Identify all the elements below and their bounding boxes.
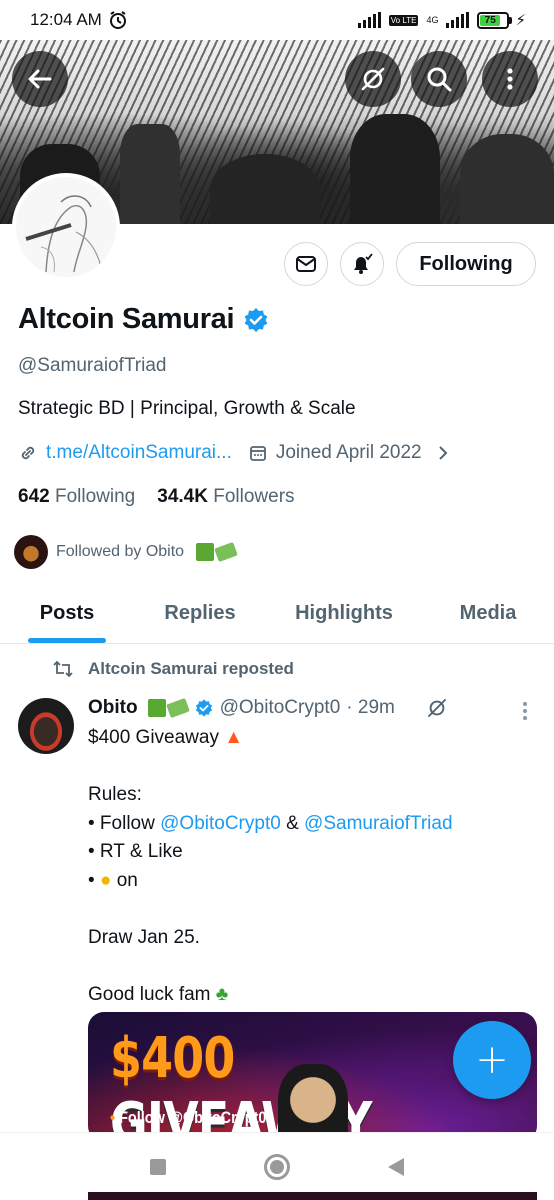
followed-by-row[interactable]: Followed by Obito	[14, 535, 238, 569]
tweet-line-rules: Rules:	[88, 784, 142, 805]
search-icon	[427, 67, 452, 92]
repost-indicator: Altcoin Samurai reposted	[52, 659, 294, 679]
tab-highlights[interactable]: Highlights	[266, 588, 422, 638]
grok-icon	[361, 67, 385, 91]
media-subtitle: Follow @ObitoCrypt0	[119, 1108, 267, 1127]
plus-icon: +	[475, 1037, 509, 1083]
tweet-line-1: $400 Giveaway	[88, 727, 219, 748]
tab-posts[interactable]: Posts	[0, 588, 134, 638]
rule-1-amp: &	[286, 812, 299, 834]
envelope-icon	[296, 256, 316, 272]
clover-emoji-icon: ♣	[215, 983, 229, 1005]
money-emoji-icon	[214, 542, 238, 562]
signal-icon-2	[446, 12, 470, 28]
charging-icon: ⚡	[515, 12, 526, 29]
arrow-left-icon	[28, 69, 52, 89]
chevron-right-icon[interactable]	[434, 444, 452, 462]
signal-icon	[357, 12, 381, 28]
link-icon	[21, 446, 35, 460]
more-button[interactable]	[482, 51, 538, 107]
repost-label: Altcoin Samurai reposted	[88, 659, 294, 678]
tweet-line-draw: Draw Jan 25.	[88, 926, 200, 948]
verified-badge-icon	[195, 699, 212, 717]
tweet-time: · 29m	[346, 697, 395, 718]
message-button[interactable]	[284, 242, 328, 286]
followed-by-text: Followed by Obito	[56, 543, 185, 560]
back-button[interactable]	[12, 51, 68, 107]
media-character	[278, 1064, 348, 1142]
follower-avatar	[14, 535, 48, 569]
mention-samurai[interactable]: @SamuraiofTriad	[304, 813, 452, 834]
name-row: Altcoin Samurai	[18, 303, 270, 336]
profile-meta: t.me/AltcoinSamurai... Joined April 2022	[18, 442, 452, 464]
profile-link[interactable]: t.me/AltcoinSamurai...	[46, 442, 232, 464]
tab-media[interactable]: Media	[422, 588, 554, 638]
volte-badge: Vo LTE	[388, 14, 419, 26]
network-type: 4G	[426, 14, 439, 25]
system-nav-bar	[0, 1132, 554, 1200]
mention-obito[interactable]: @ObitoCrypt0	[160, 813, 281, 834]
notifications-button[interactable]	[340, 242, 384, 286]
display-name: Altcoin Samurai	[18, 303, 235, 335]
media-overflow-strip	[88, 1192, 537, 1200]
follow-counts: 642 Following 34.4K Followers	[18, 486, 295, 508]
tweet-author-avatar[interactable]	[18, 698, 74, 754]
joined-date: Joined April 2022	[275, 442, 422, 463]
bell-emoji-icon: ●	[99, 869, 112, 891]
tweet-author-name[interactable]: Obito	[88, 697, 138, 719]
rule-1-prefix: • Follow	[88, 812, 155, 834]
battery-level: 75	[480, 14, 500, 26]
profile-avatar[interactable]	[12, 173, 120, 281]
home-icon[interactable]	[264, 1153, 290, 1180]
bell-check-icon	[354, 253, 373, 274]
rule-2: • RT & Like	[88, 841, 183, 862]
rule-3-prefix: •	[88, 869, 95, 891]
rule-3-suffix: on	[116, 869, 138, 891]
active-tab-indicator	[28, 638, 106, 643]
repost-icon	[53, 660, 73, 678]
grok-button[interactable]	[345, 51, 401, 107]
verified-badge-icon	[244, 307, 268, 332]
media-subtitle-row: • Follow @ObitoCrypt0	[110, 1108, 267, 1127]
back-icon[interactable]	[388, 1157, 404, 1176]
calendar-icon	[249, 446, 266, 461]
following-label: Following	[54, 486, 136, 507]
chart-emoji-icon	[147, 699, 166, 717]
recents-icon[interactable]	[150, 1158, 166, 1175]
profile-tabs: Posts Replies Highlights Media	[0, 588, 554, 644]
grok-icon[interactable]	[425, 696, 449, 720]
tweet-author-handle[interactable]: @ObitoCrypt0	[220, 697, 341, 719]
tweet-header: Obito @ObitoCrypt0 · 29m	[88, 696, 449, 720]
status-time: 12:04 AM	[30, 10, 102, 29]
followers-label: Followers	[213, 486, 295, 507]
followers-count-link[interactable]: 34.4K Followers	[157, 486, 294, 508]
battery-icon: 75 ⚡	[477, 11, 526, 29]
compose-button[interactable]: +	[453, 1021, 531, 1099]
tweet-more-icon[interactable]	[520, 700, 530, 722]
media-amount: $400	[110, 1026, 235, 1091]
avatar-illustration	[16, 177, 116, 277]
following-button[interactable]: Following	[396, 242, 536, 286]
followers-count: 34.4K	[157, 486, 208, 507]
following-count-link[interactable]: 642 Following	[18, 486, 135, 508]
chart-emoji-icon	[196, 543, 215, 561]
profile-bio: Strategic BD | Principal, Growth & Scale	[18, 398, 356, 419]
profile-handle: @SamuraiofTriad	[18, 355, 167, 376]
tab-replies[interactable]: Replies	[134, 588, 266, 638]
alarm-icon	[109, 11, 126, 29]
more-vertical-icon	[507, 68, 513, 90]
status-bar: 12:04 AM Vo LTE 4G 75 ⚡	[0, 0, 554, 40]
following-count: 642	[18, 486, 50, 507]
search-button[interactable]	[411, 51, 467, 107]
tweet-line-luck: Good luck fam	[88, 983, 211, 1005]
fire-emoji-icon: ▲	[224, 727, 244, 748]
tweet-body: $400 Giveaway ▲ Rules: • Follow @ObitoCr…	[88, 724, 453, 1009]
money-emoji-icon	[165, 698, 190, 718]
